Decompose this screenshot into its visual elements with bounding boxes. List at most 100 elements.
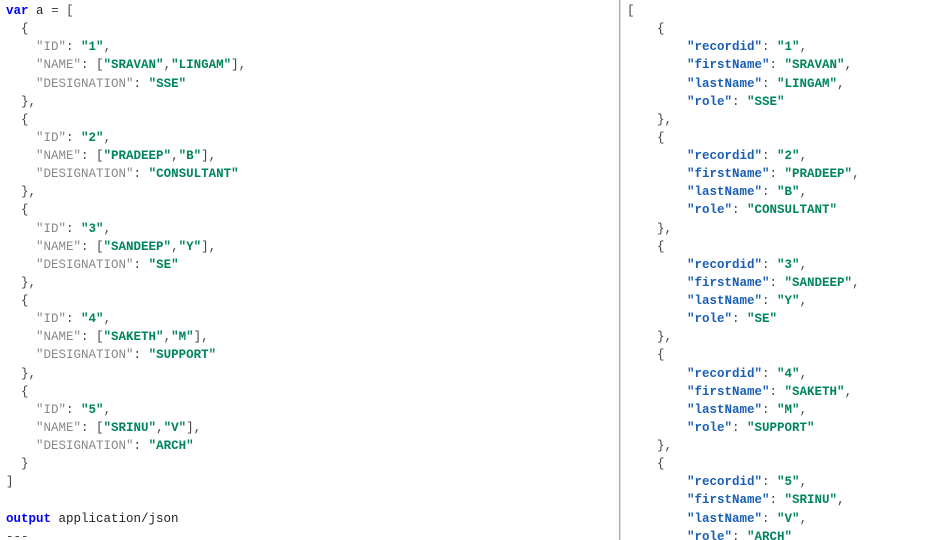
val-firstname: "SRAVAN": [785, 58, 845, 72]
val-id: "5": [81, 403, 104, 417]
key-recordid: "recordid": [687, 367, 762, 381]
key-id: "ID": [36, 40, 66, 54]
val-name-1: "V": [164, 421, 187, 435]
separator: ---: [6, 530, 29, 540]
key-id: "ID": [36, 222, 66, 236]
val-name-0: "SRAVAN": [104, 58, 164, 72]
key-firstname: "firstName": [687, 58, 770, 72]
keyword-var: var: [6, 4, 29, 18]
key-role: "role": [687, 530, 732, 540]
key-designation: "DESIGNATION": [36, 77, 134, 91]
val-name-0: "SRINU": [104, 421, 157, 435]
mime-type: application/json: [59, 512, 179, 526]
obj-open: {: [21, 203, 29, 217]
key-recordid: "recordid": [687, 258, 762, 272]
obj-close: },: [21, 185, 36, 199]
key-firstname: "firstName": [687, 493, 770, 507]
obj-open: {: [657, 348, 665, 362]
output-preview[interactable]: [ { "recordid": "1", "firstName": "SRAVA…: [620, 0, 945, 540]
key-lastname: "lastName": [687, 77, 762, 91]
val-name-1: "B": [179, 149, 202, 163]
val-recordid: "2": [777, 149, 800, 163]
key-name: "NAME": [36, 149, 81, 163]
val-name-1: "Y": [179, 240, 202, 254]
key-lastname: "lastName": [687, 294, 762, 308]
val-lastname: "V": [777, 512, 800, 526]
var-name: a: [36, 4, 44, 18]
key-firstname: "firstName": [687, 276, 770, 290]
obj-close: },: [21, 276, 36, 290]
val-recordid: "1": [777, 40, 800, 54]
val-lastname: "Y": [777, 294, 800, 308]
val-firstname: "SANDEEP": [785, 276, 853, 290]
key-designation: "DESIGNATION": [36, 348, 134, 362]
val-firstname: "SAKETH": [785, 385, 845, 399]
obj-open: {: [657, 457, 665, 471]
obj-open: {: [21, 113, 29, 127]
val-id: "2": [81, 131, 104, 145]
key-recordid: "recordid": [687, 40, 762, 54]
val-firstname: "PRADEEP": [785, 167, 853, 181]
val-lastname: "B": [777, 185, 800, 199]
obj-close: }: [21, 457, 29, 471]
obj-close: },: [657, 330, 672, 344]
array-close: ]: [6, 475, 14, 489]
key-id: "ID": [36, 312, 66, 326]
val-recordid: "4": [777, 367, 800, 381]
key-name: "NAME": [36, 330, 81, 344]
val-designation: "SE": [149, 258, 179, 272]
val-designation: "ARCH": [149, 439, 194, 453]
key-lastname: "lastName": [687, 403, 762, 417]
val-id: "4": [81, 312, 104, 326]
val-role: "SE": [747, 312, 777, 326]
key-recordid: "recordid": [687, 149, 762, 163]
val-id: "1": [81, 40, 104, 54]
val-role: "SUPPORT": [747, 421, 815, 435]
array-open: [: [66, 4, 74, 18]
val-firstname: "SRINU": [785, 493, 838, 507]
val-designation: "CONSULTANT": [149, 167, 239, 181]
key-id: "ID": [36, 131, 66, 145]
val-name-1: "M": [171, 330, 194, 344]
obj-close: },: [21, 95, 36, 109]
assign-op: =: [51, 4, 59, 18]
key-role: "role": [687, 421, 732, 435]
key-designation: "DESIGNATION": [36, 439, 134, 453]
val-recordid: "3": [777, 258, 800, 272]
key-designation: "DESIGNATION": [36, 258, 134, 272]
val-role: "ARCH": [747, 530, 792, 540]
val-id: "3": [81, 222, 104, 236]
key-lastname: "lastName": [687, 185, 762, 199]
val-name-0: "SAKETH": [104, 330, 164, 344]
val-name-0: "PRADEEP": [104, 149, 172, 163]
val-name-0: "SANDEEP": [104, 240, 172, 254]
obj-open: {: [21, 385, 29, 399]
key-name: "NAME": [36, 421, 81, 435]
val-name-1: "LINGAM": [171, 58, 231, 72]
val-recordid: "5": [777, 475, 800, 489]
key-firstname: "firstName": [687, 167, 770, 181]
keyword-output: output: [6, 512, 51, 526]
obj-close: },: [657, 113, 672, 127]
key-firstname: "firstName": [687, 385, 770, 399]
obj-open: {: [21, 22, 29, 36]
obj-open: {: [21, 294, 29, 308]
val-lastname: "M": [777, 403, 800, 417]
key-name: "NAME": [36, 58, 81, 72]
input-code-editor[interactable]: var a = [ { "ID": "1", "NAME": ["SRAVAN"…: [0, 0, 620, 540]
json-array-open: [: [627, 4, 635, 18]
obj-open: {: [657, 131, 665, 145]
key-id: "ID": [36, 403, 66, 417]
key-designation: "DESIGNATION": [36, 167, 134, 181]
key-role: "role": [687, 312, 732, 326]
val-role: "CONSULTANT": [747, 203, 837, 217]
val-designation: "SSE": [149, 77, 187, 91]
val-role: "SSE": [747, 95, 785, 109]
obj-close: },: [657, 439, 672, 453]
key-name: "NAME": [36, 240, 81, 254]
obj-close: },: [657, 222, 672, 236]
key-lastname: "lastName": [687, 512, 762, 526]
key-role: "role": [687, 203, 732, 217]
obj-open: {: [657, 240, 665, 254]
obj-open: {: [657, 22, 665, 36]
